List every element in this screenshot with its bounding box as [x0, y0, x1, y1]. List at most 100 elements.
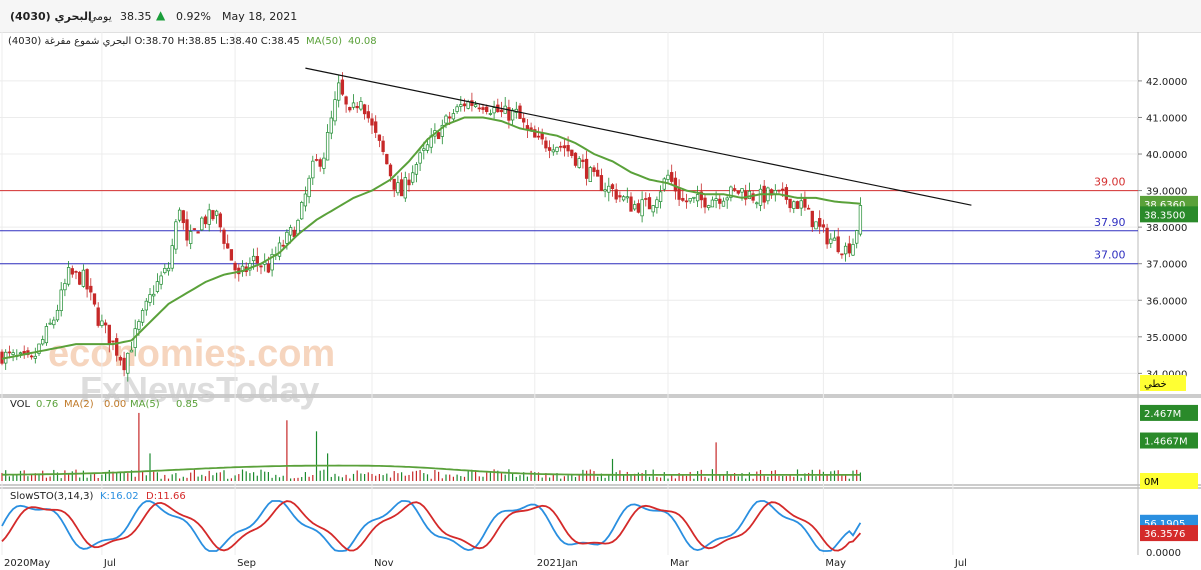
- candle-body: [566, 145, 570, 152]
- candle-body: [377, 134, 382, 141]
- candle-body: [618, 195, 622, 198]
- volume-ma-line: [2, 464, 861, 476]
- candle-body: [658, 191, 663, 202]
- candle-body: [692, 196, 696, 199]
- price-tick-label: 35.0000: [1146, 333, 1187, 344]
- time-tick-label: Jul: [954, 558, 967, 569]
- candle-body: [444, 115, 448, 124]
- candle-body: [137, 321, 141, 330]
- candle-body: [414, 164, 419, 175]
- candle-body: [388, 164, 393, 177]
- candle-body: [314, 159, 319, 161]
- candle-body: [285, 231, 289, 244]
- candle-body: [707, 205, 711, 209]
- candle-body: [573, 152, 578, 166]
- candle-body: [251, 255, 256, 262]
- candle-body: [647, 197, 652, 210]
- candle-body: [625, 196, 629, 199]
- candle-body: [792, 201, 796, 209]
- candle-body: [525, 125, 530, 130]
- candle-body: [129, 349, 134, 353]
- volume-series: [1, 412, 862, 481]
- candle-body: [758, 188, 763, 206]
- candle-body: [688, 198, 692, 202]
- candle-body: [599, 175, 604, 191]
- candle-body: [159, 275, 163, 285]
- vol-value: 0.76: [36, 399, 59, 410]
- candle-body: [559, 145, 563, 148]
- candle-body: [799, 200, 803, 209]
- candle-body: [203, 216, 208, 225]
- close-tag: 38.3500: [1144, 210, 1185, 221]
- ma50-value: 40.08: [348, 36, 377, 47]
- candle-body: [296, 219, 300, 235]
- scale-button: خطي: [1144, 379, 1167, 390]
- candle-body: [684, 200, 689, 203]
- price-tick-label: 37.0000: [1146, 260, 1187, 271]
- candle-body: [103, 322, 108, 326]
- candle-body: [89, 285, 93, 293]
- price-tick-label: 42.0000: [1146, 77, 1187, 88]
- candle-body: [48, 322, 52, 325]
- candle-body: [536, 135, 541, 138]
- candle-body: [399, 179, 404, 197]
- candle-body: [115, 338, 119, 356]
- candle-body: [636, 203, 641, 213]
- candle-body: [455, 106, 459, 112]
- candle-body: [714, 198, 718, 201]
- candle-body: [858, 205, 863, 235]
- vol-ma2-value: 0.85: [176, 399, 199, 410]
- candle-body: [222, 229, 226, 244]
- stoch-d-label: D:11.66: [146, 491, 186, 502]
- price-axis: 42.000041.000040.000039.000038.000037.00…: [1138, 77, 1187, 380]
- candle-body: [825, 227, 829, 245]
- candle-body: [351, 102, 356, 108]
- chart-canvas[interactable]: economies.com FxNewsToday 39.0037.9037.0…: [0, 0, 1201, 570]
- price-tick-label: 41.0000: [1146, 113, 1187, 124]
- candle-body: [673, 177, 678, 192]
- candle-body: [396, 182, 400, 194]
- candle-body: [603, 189, 607, 192]
- time-tick-label: Nov: [374, 558, 394, 569]
- candle-body: [92, 293, 97, 305]
- candle-body: [788, 198, 792, 209]
- stoch-tick-label: 0.0000: [1146, 548, 1181, 559]
- candle-body: [78, 271, 82, 285]
- candle-body: [418, 152, 422, 164]
- candle-body: [544, 140, 548, 149]
- candle-body: [189, 231, 193, 244]
- time-tick-label: 2021Jan: [537, 558, 578, 569]
- time-tick-label: Mar: [670, 558, 690, 569]
- candle-body: [29, 355, 34, 358]
- candle-body: [540, 133, 544, 140]
- candle-body: [122, 357, 126, 371]
- candle-body: [584, 158, 589, 179]
- candle-body: [155, 281, 160, 292]
- candle-body: [477, 107, 481, 110]
- candle-body: [44, 326, 49, 344]
- candle-body: [18, 352, 23, 355]
- candle-body: [211, 210, 215, 220]
- candle-body: [677, 187, 681, 200]
- candle-body: [111, 340, 115, 343]
- candle-body: [85, 269, 89, 290]
- candle-body: [140, 310, 145, 323]
- candle-body: [403, 177, 407, 199]
- candle-body: [810, 210, 814, 228]
- candle-body: [41, 339, 45, 345]
- candle-body: [670, 172, 674, 182]
- level-label: 37.00: [1094, 249, 1126, 262]
- candle-body: [462, 103, 467, 107]
- vol-ma2-label: MA(5): [130, 399, 160, 410]
- candle-body: [233, 262, 237, 271]
- candle-body: [551, 149, 555, 153]
- candle-body: [81, 269, 86, 287]
- candle-body: [66, 267, 71, 285]
- candle-body: [814, 221, 818, 230]
- candle-body: [655, 199, 659, 208]
- candle-body: [166, 267, 171, 272]
- candle-body: [196, 231, 200, 234]
- candle-body: [59, 289, 63, 311]
- candle-body: [721, 200, 726, 207]
- stoch-k-label: K:16.02: [100, 491, 139, 502]
